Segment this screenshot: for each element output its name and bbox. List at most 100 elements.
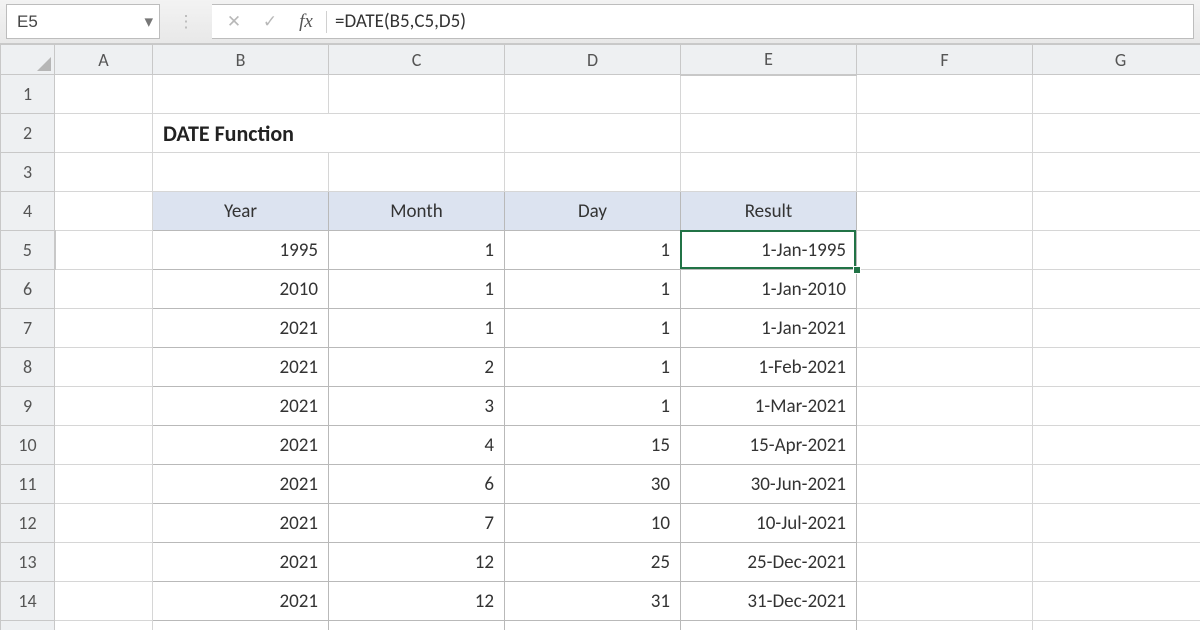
cell-C9[interactable]: 3	[329, 387, 505, 426]
row-header-12[interactable]: 12	[1, 504, 55, 543]
fx-icon[interactable]: fx	[288, 5, 324, 38]
cell-A8[interactable]	[55, 348, 153, 387]
cell-D13[interactable]: 25	[505, 543, 681, 582]
cell-E15[interactable]	[681, 621, 857, 630]
cell-G14[interactable]	[1033, 582, 1200, 621]
cell-F11[interactable]	[857, 465, 1033, 504]
cell-E14[interactable]: 31-Dec-2021	[681, 582, 857, 621]
cell-E12[interactable]: 10-Jul-2021	[681, 504, 857, 543]
cell-F4[interactable]	[857, 192, 1033, 231]
cancel-icon[interactable]: ✕	[216, 5, 252, 38]
cell-D14[interactable]: 31	[505, 582, 681, 621]
cell-D10[interactable]: 15	[505, 426, 681, 465]
cell-B8[interactable]: 2021	[153, 348, 329, 387]
cell-G13[interactable]	[1033, 543, 1200, 582]
cell-D5[interactable]: 1	[505, 231, 681, 270]
cell-A13[interactable]	[55, 543, 153, 582]
cell-F9[interactable]	[857, 387, 1033, 426]
cell-C13[interactable]: 12	[329, 543, 505, 582]
cell-G15[interactable]	[1033, 621, 1200, 630]
cell-A7[interactable]	[55, 309, 153, 348]
cell-A11[interactable]	[55, 465, 153, 504]
cell-E1[interactable]	[681, 75, 857, 114]
row-header-8[interactable]: 8	[1, 348, 55, 387]
row-header-11[interactable]: 11	[1, 465, 55, 504]
row-header-5[interactable]: 5	[1, 231, 55, 270]
cell-E3[interactable]	[681, 153, 857, 192]
cell-F1[interactable]	[857, 75, 1033, 114]
col-header-F[interactable]: F	[857, 45, 1033, 75]
cell-D3[interactable]	[505, 153, 681, 192]
cell-A9[interactable]	[55, 387, 153, 426]
cell-C10[interactable]: 4	[329, 426, 505, 465]
cell-A14[interactable]	[55, 582, 153, 621]
name-box[interactable]: E5 ▾	[6, 4, 160, 39]
cell-G2[interactable]	[1033, 114, 1200, 153]
col-header-E[interactable]: E	[681, 45, 857, 75]
cell-F3[interactable]	[857, 153, 1033, 192]
cell-F8[interactable]	[857, 348, 1033, 387]
cell-F2[interactable]	[857, 114, 1033, 153]
cell-A6[interactable]	[55, 270, 153, 309]
cell-F7[interactable]	[857, 309, 1033, 348]
cell-B12[interactable]: 2021	[153, 504, 329, 543]
cell-F13[interactable]	[857, 543, 1033, 582]
cell-E13[interactable]: 25-Dec-2021	[681, 543, 857, 582]
row-header-1[interactable]: 1	[1, 75, 55, 114]
cell-B2[interactable]: DATE Function	[153, 114, 505, 153]
cell-C4[interactable]: Month	[329, 192, 505, 231]
row-header-9[interactable]: 9	[1, 387, 55, 426]
cell-B3[interactable]	[153, 153, 329, 192]
cell-C11[interactable]: 6	[329, 465, 505, 504]
cell-D4[interactable]: Day	[505, 192, 681, 231]
cell-A12[interactable]	[55, 504, 153, 543]
cell-B13[interactable]: 2021	[153, 543, 329, 582]
worksheet[interactable]: A B C D E F G 1 2 DATE Function	[0, 44, 1200, 630]
cell-A3[interactable]	[55, 153, 153, 192]
cell-A5[interactable]	[55, 231, 153, 270]
cell-B5[interactable]: 1995	[153, 231, 329, 270]
cell-C6[interactable]: 1	[329, 270, 505, 309]
cell-C5[interactable]: 1	[329, 231, 505, 270]
cell-B10[interactable]: 2021	[153, 426, 329, 465]
cell-D2[interactable]	[505, 114, 681, 153]
cell-F6[interactable]	[857, 270, 1033, 309]
cell-A4[interactable]	[55, 192, 153, 231]
cell-D9[interactable]: 1	[505, 387, 681, 426]
row-header-10[interactable]: 10	[1, 426, 55, 465]
cell-E8[interactable]: 1-Feb-2021	[681, 348, 857, 387]
row-header-4[interactable]: 4	[1, 192, 55, 231]
cell-D11[interactable]: 30	[505, 465, 681, 504]
cell-B9[interactable]: 2021	[153, 387, 329, 426]
enter-icon[interactable]: ✓	[252, 5, 288, 38]
cell-D8[interactable]: 1	[505, 348, 681, 387]
row-header-14[interactable]: 14	[1, 582, 55, 621]
cell-C8[interactable]: 2	[329, 348, 505, 387]
col-header-B[interactable]: B	[153, 45, 329, 75]
cell-A2[interactable]	[55, 114, 153, 153]
cell-G8[interactable]	[1033, 348, 1200, 387]
cell-F12[interactable]	[857, 504, 1033, 543]
cell-E2[interactable]	[681, 114, 857, 153]
cell-G6[interactable]	[1033, 270, 1200, 309]
cell-B14[interactable]: 2021	[153, 582, 329, 621]
row-header-15[interactable]	[1, 621, 55, 630]
cell-G5[interactable]	[1033, 231, 1200, 270]
cell-E5[interactable]: 1-Jan-1995	[681, 231, 857, 270]
cell-G10[interactable]	[1033, 426, 1200, 465]
cell-D7[interactable]: 1	[505, 309, 681, 348]
col-header-G[interactable]: G	[1033, 45, 1200, 75]
row-header-13[interactable]: 13	[1, 543, 55, 582]
cell-F14[interactable]	[857, 582, 1033, 621]
row-header-7[interactable]: 7	[1, 309, 55, 348]
col-header-A[interactable]: A	[55, 45, 153, 75]
cell-B15[interactable]	[153, 621, 329, 630]
cell-D6[interactable]: 1	[505, 270, 681, 309]
select-all-corner[interactable]	[1, 45, 55, 75]
cell-B4[interactable]: Year	[153, 192, 329, 231]
cell-E11[interactable]: 30-Jun-2021	[681, 465, 857, 504]
cell-C15[interactable]	[329, 621, 505, 630]
cell-G4[interactable]	[1033, 192, 1200, 231]
cell-F15[interactable]	[857, 621, 1033, 630]
cell-C14[interactable]: 12	[329, 582, 505, 621]
